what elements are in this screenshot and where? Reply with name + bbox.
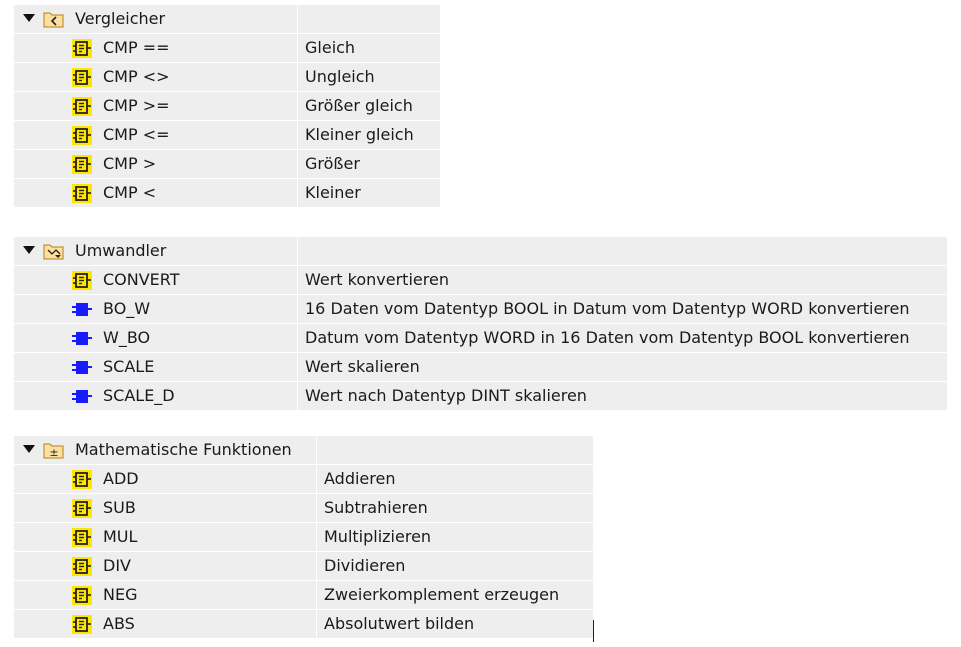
group-label: Umwandler — [75, 241, 167, 260]
instruction-description: 16 Daten vom Datentyp BOOL in Datum vom … — [305, 299, 910, 318]
instruction-row[interactable]: CMP == Gleich — [14, 34, 440, 63]
instruction-description: Wert konvertieren — [305, 270, 449, 289]
instruction-description: Größer gleich — [305, 96, 413, 115]
group-header[interactable]: Umwandler — [14, 237, 947, 266]
expand-triangle-icon[interactable] — [23, 14, 35, 22]
box-instruction-icon — [71, 183, 93, 204]
svg-text:±: ± — [49, 446, 58, 459]
instruction-name: SUB — [103, 498, 136, 517]
instruction-description: Ungleich — [305, 67, 375, 86]
instruction-row[interactable]: SCALE Wert skalieren — [14, 353, 947, 382]
instruction-name: BO_W — [103, 299, 151, 318]
function-block-icon — [71, 299, 93, 320]
group-2: ± Mathematische Funktionen ADD Addieren SUB S… — [14, 436, 593, 639]
instruction-row[interactable]: W_BO Datum vom Datentyp WORD in 16 Daten … — [14, 324, 947, 353]
instruction-description: Zweierkomplement erzeugen — [324, 585, 560, 604]
instruction-description: Größer — [305, 154, 360, 173]
instruction-row[interactable]: CMP <> Ungleich — [14, 63, 440, 92]
function-block-icon — [71, 357, 93, 378]
instruction-name: MUL — [103, 527, 138, 546]
instruction-row[interactable]: CMP >= Größer gleich — [14, 92, 440, 121]
instruction-name: CMP <= — [103, 125, 170, 144]
instruction-name: SCALE_D — [103, 386, 175, 405]
instruction-name: W_BO — [103, 328, 151, 347]
instruction-row[interactable]: CMP <= Kleiner gleich — [14, 121, 440, 150]
group-1: Umwandler CONVERT Wert konvertieren BO_W 16 … — [14, 237, 947, 411]
instruction-description: Subtrahieren — [324, 498, 428, 517]
instruction-row[interactable]: CONVERT Wert konvertieren — [14, 266, 947, 295]
box-instruction-icon — [71, 556, 93, 577]
instruction-row[interactable]: SUB Subtrahieren — [14, 494, 593, 523]
instruction-name: CMP > — [103, 154, 157, 173]
instruction-row[interactable]: CMP > Größer — [14, 150, 440, 179]
instruction-name: DIV — [103, 556, 131, 575]
math-folder-icon: ± — [43, 441, 64, 459]
group-0: Vergleicher CMP == Gleich CMP <> Ungleich CMP… — [14, 5, 440, 208]
box-instruction-icon — [71, 585, 93, 606]
instruction-description: Wert nach Datentyp DINT skalieren — [305, 386, 587, 405]
instruction-description: Multiplizieren — [324, 527, 432, 546]
function-block-icon — [71, 328, 93, 349]
instruction-row[interactable]: CMP < Kleiner — [14, 179, 440, 208]
instruction-name: CONVERT — [103, 270, 180, 289]
instruction-row[interactable]: DIV Dividieren — [14, 552, 593, 581]
box-instruction-icon — [71, 125, 93, 146]
instruction-name: ABS — [103, 614, 135, 633]
instruction-description: Datum vom Datentyp WORD in 16 Daten vom … — [305, 328, 910, 347]
group-header[interactable]: Vergleicher — [14, 5, 440, 34]
expand-triangle-icon[interactable] — [23, 246, 35, 254]
instruction-name: CMP >= — [103, 96, 170, 115]
instruction-row[interactable]: BO_W 16 Daten vom Datentyp BOOL in Datum … — [14, 295, 947, 324]
instruction-name: CMP <> — [103, 67, 170, 86]
instruction-row[interactable]: NEG Zweierkomplement erzeugen — [14, 581, 593, 610]
instruction-description: Gleich — [305, 38, 356, 57]
box-instruction-icon — [71, 67, 93, 88]
box-instruction-icon — [71, 154, 93, 175]
instruction-row[interactable]: SCALE_D Wert nach Datentyp DINT skalieren — [14, 382, 947, 411]
box-instruction-icon — [71, 469, 93, 490]
instruction-description: Wert skalieren — [305, 357, 420, 376]
function-block-icon — [71, 386, 93, 407]
instruction-name: SCALE — [103, 357, 155, 376]
text-cursor — [593, 620, 594, 642]
box-instruction-icon — [71, 527, 93, 548]
instruction-description: Kleiner — [305, 183, 361, 202]
group-label: Mathematische Funktionen — [75, 440, 292, 459]
instruction-name: NEG — [103, 585, 138, 604]
instruction-row[interactable]: ADD Addieren — [14, 465, 593, 494]
expand-triangle-icon[interactable] — [23, 445, 35, 453]
instruction-description: Absolutwert bilden — [324, 614, 475, 633]
instruction-name: CMP == — [103, 38, 170, 57]
converter-folder-icon — [43, 242, 64, 260]
group-header[interactable]: ± Mathematische Funktionen — [14, 436, 593, 465]
box-instruction-icon — [71, 614, 93, 635]
group-label: Vergleicher — [75, 9, 166, 28]
instruction-description: Kleiner gleich — [305, 125, 414, 144]
comparator-folder-icon — [43, 10, 64, 28]
instruction-name: CMP < — [103, 183, 157, 202]
instruction-row[interactable]: ABS Absolutwert bilden — [14, 610, 593, 639]
instruction-description: Addieren — [324, 469, 396, 488]
box-instruction-icon — [71, 96, 93, 117]
instruction-description: Dividieren — [324, 556, 406, 575]
instruction-name: ADD — [103, 469, 139, 488]
box-instruction-icon — [71, 270, 93, 291]
box-instruction-icon — [71, 498, 93, 519]
box-instruction-icon — [71, 38, 93, 59]
instruction-row[interactable]: MUL Multiplizieren — [14, 523, 593, 552]
